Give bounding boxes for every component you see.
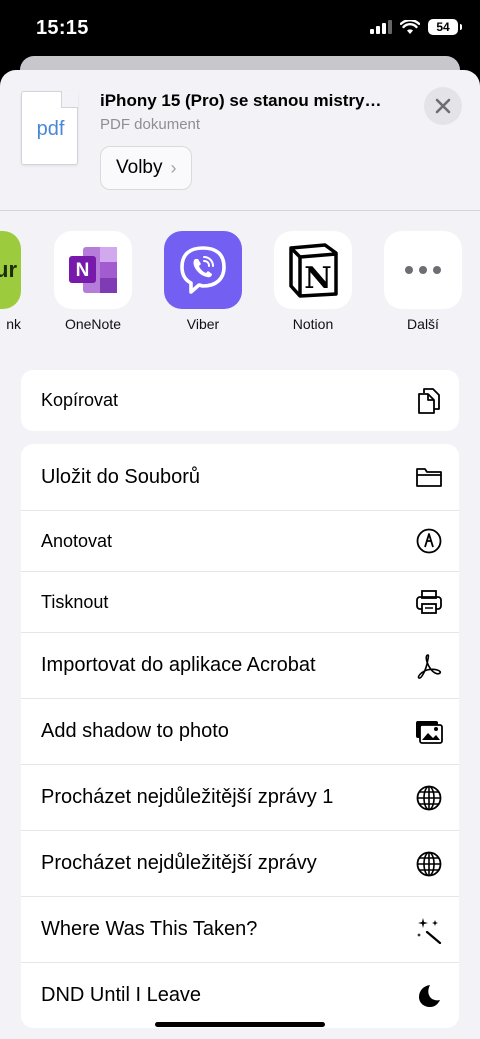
partial-app-icon: ur (0, 231, 21, 309)
app-onenote[interactable]: N OneNote (54, 231, 132, 332)
globe-icon (415, 784, 443, 812)
app-notion[interactable]: N Notion (274, 231, 352, 332)
app-viber[interactable]: Viber (164, 231, 242, 332)
action-row[interactable]: Uložit do Souborů (21, 444, 459, 510)
onenote-icon: N (54, 231, 132, 309)
action-label: Tisknout (41, 591, 109, 612)
action-row[interactable]: Importovat do aplikace Acrobat (21, 632, 459, 698)
action-label: Uložit do Souborů (41, 465, 200, 488)
action-row[interactable]: DND Until I Leave (21, 962, 459, 1028)
options-button[interactable]: Volby › (100, 146, 193, 190)
close-button[interactable] (424, 87, 462, 125)
document-type: PDF dokument (100, 116, 201, 133)
action-group-main: Uložit do Souborů Anotovat Tisknout Impo… (21, 444, 459, 1028)
action-row[interactable]: Anotovat (21, 510, 459, 571)
action-row[interactable]: Procházet nejdůležitější zprávy 1 (21, 764, 459, 830)
action-label: Where Was This Taken? (41, 918, 258, 940)
action-label: Kopírovat (41, 390, 119, 410)
notion-icon: N (274, 231, 352, 309)
svg-text:N: N (76, 260, 90, 281)
action-group-copy: Kopírovat (21, 370, 459, 431)
app-label: Viber (186, 316, 220, 332)
document-thumbnail: pdf (21, 91, 78, 165)
app-partial[interactable]: ur nk (0, 231, 21, 332)
wifi-icon (400, 19, 420, 34)
home-indicator[interactable] (155, 1022, 325, 1027)
document-title: iPhony 15 (Pro) se stanou mistry… (100, 91, 382, 110)
markup-icon (415, 527, 443, 555)
chevron-right-icon: › (170, 157, 177, 178)
action-row[interactable]: Add shadow to photo (21, 698, 459, 764)
sparkles-icon (415, 916, 443, 944)
app-label: nk (6, 316, 21, 332)
share-sheet: pdf iPhony 15 (Pro) se stanou mistry… PD… (0, 70, 480, 1039)
action-row[interactable]: Tisknout (21, 571, 459, 632)
action-label: Add shadow to photo (41, 720, 229, 742)
app-more[interactable]: Další (384, 231, 462, 332)
more-icon (384, 231, 462, 309)
folder-icon (415, 463, 443, 491)
status-icons: 54 (370, 19, 462, 35)
svg-text:N: N (304, 261, 331, 296)
action-label: Anotovat (41, 530, 113, 551)
copy-icon (415, 387, 443, 415)
action-row[interactable]: Procházet nejdůležitější zprávy (21, 830, 459, 896)
close-icon (435, 98, 451, 114)
action-label: Procházet nejdůležitější zprávy 1 (41, 786, 334, 808)
app-label: Notion (292, 316, 334, 332)
action-label: Procházet nejdůležitější zprávy (41, 852, 317, 874)
action-label: DND Until I Leave (41, 984, 202, 1006)
app-label: Další (407, 316, 439, 332)
viber-icon (164, 231, 242, 309)
globe-icon (415, 850, 443, 878)
status-time: 15:15 (36, 17, 89, 39)
action-row[interactable]: Where Was This Taken? (21, 896, 459, 962)
moon-icon (415, 982, 443, 1010)
cellular-signal-icon (370, 20, 392, 34)
acrobat-icon (415, 652, 443, 680)
pdf-label: pdf (36, 118, 65, 140)
share-header: pdf iPhony 15 (Pro) se stanou mistry… PD… (0, 70, 480, 211)
photos-icon (415, 718, 443, 746)
action-row[interactable]: Kopírovat (21, 370, 459, 431)
app-label: OneNote (64, 316, 122, 332)
status-bar: 15:15 54 (0, 0, 480, 60)
battery-icon: 54 (428, 19, 462, 35)
options-label: Volby (116, 157, 163, 178)
partial-app-icon-text: ur (0, 257, 17, 282)
printer-icon (415, 588, 443, 616)
action-label: Importovat do aplikace Acrobat (41, 654, 316, 676)
app-row: ur nk N OneNote Viber N Notion Další (0, 231, 480, 341)
